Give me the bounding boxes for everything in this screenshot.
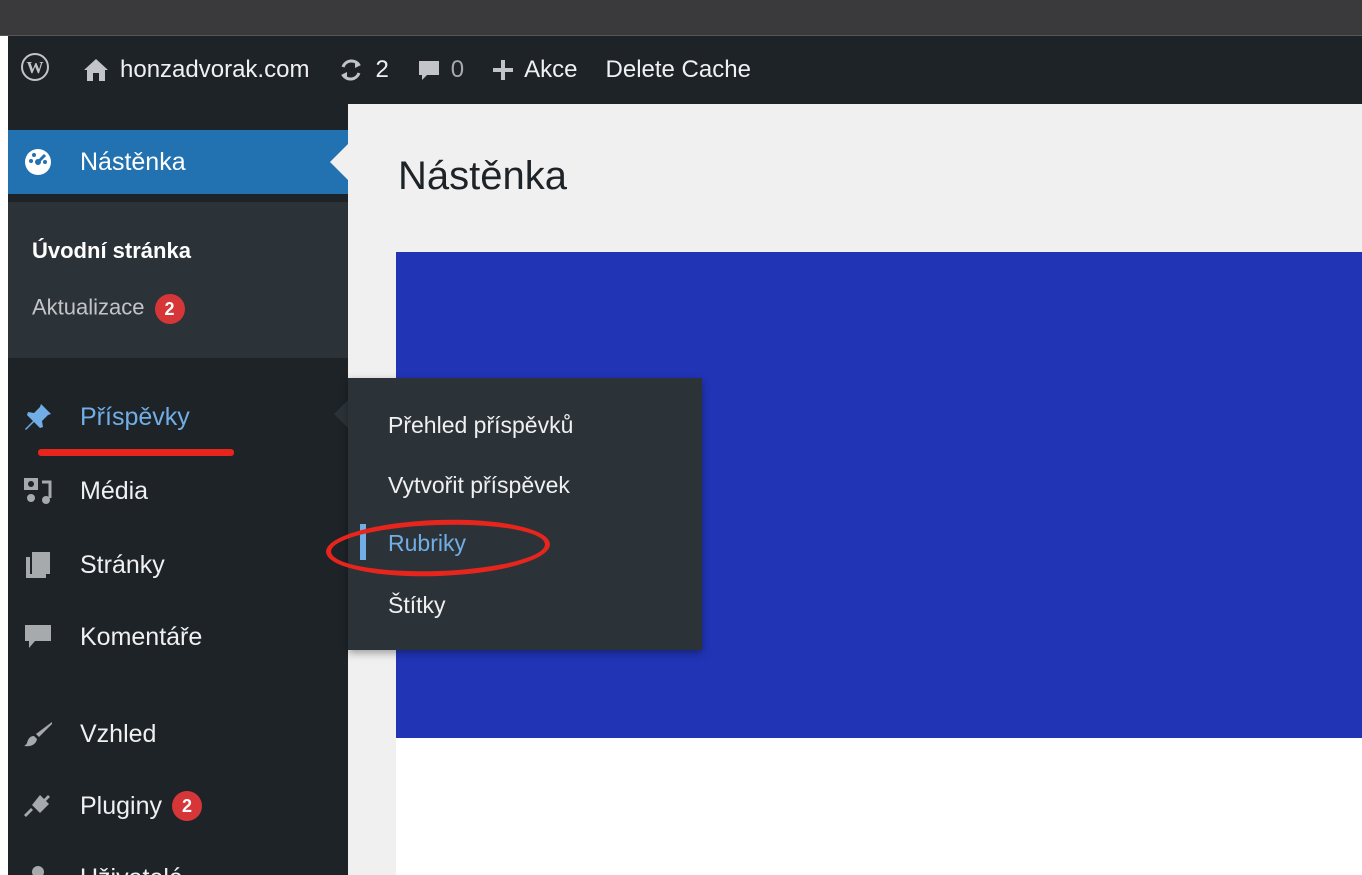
admin-bar: W honzadvorak.com 2 0 Akce Delete Cache	[8, 36, 1362, 104]
sidebar-item-label: Nástěnka	[80, 147, 186, 176]
submenu-item-label: Aktualizace	[32, 294, 145, 320]
comments-icon	[18, 617, 58, 657]
flyout-item-add-new-post[interactable]: Vytvořit příspěvek	[388, 472, 570, 499]
updates-link[interactable]: 2	[323, 36, 402, 104]
new-content-label: Akce	[524, 56, 578, 83]
new-content-link[interactable]: Akce	[478, 36, 591, 104]
dashboard-gauge-icon	[18, 142, 58, 182]
svg-text:W: W	[27, 58, 44, 77]
sidebar-item-pages[interactable]: Stránky	[8, 533, 348, 597]
sidebar-item-label: Stránky	[80, 550, 165, 579]
submenu-item-label: Úvodní stránka	[32, 238, 191, 263]
wordpress-icon: W	[20, 52, 50, 89]
sidebar-item-posts[interactable]: Příspěvky	[8, 385, 348, 449]
sidebar-item-users[interactable]: Uživatelé	[8, 846, 348, 875]
delete-cache-label: Delete Cache	[605, 56, 751, 83]
pages-icon	[18, 545, 58, 585]
sidebar-item-label: Vzhled	[80, 719, 157, 748]
site-name-link[interactable]: honzadvorak.com	[68, 36, 323, 104]
sidebar-item-label: Média	[80, 476, 149, 505]
brush-icon	[18, 714, 58, 754]
sidebar-item-comments[interactable]: Komentáře	[8, 605, 348, 669]
home-icon	[82, 57, 110, 83]
comment-bubble-icon	[417, 58, 441, 82]
wordpress-logo-button[interactable]: W	[8, 36, 68, 104]
delete-cache-link[interactable]: Delete Cache	[592, 36, 765, 104]
flyout-item-tags[interactable]: Štítky	[388, 592, 446, 619]
dashboard-widgets-area	[396, 738, 1362, 875]
admin-sidebar: Nástěnka Úvodní stránka Aktualizace 2 Pří…	[8, 104, 348, 875]
flyout-item-all-posts[interactable]: Přehled příspěvků	[388, 412, 573, 439]
updates-count: 2	[375, 56, 389, 83]
red-underline-annotation	[38, 449, 234, 456]
posts-flyout-menu: Přehled příspěvků Vytvořit příspěvek Rub…	[348, 378, 702, 650]
sidebar-item-label: Pluginy	[80, 791, 162, 820]
sidebar-item-label: Komentáře	[80, 622, 203, 651]
sidebar-item-media[interactable]: Média	[8, 459, 348, 523]
plugin-icon	[18, 786, 58, 826]
plugins-badge: 2	[172, 791, 202, 821]
pin-icon	[18, 397, 58, 437]
page-title: Nástěnka	[398, 154, 567, 198]
current-item-arrow	[330, 144, 348, 180]
dashboard-submenu: Úvodní stránka Aktualizace 2	[8, 202, 348, 358]
sidebar-item-appearance[interactable]: Vzhled	[8, 702, 348, 766]
comments-link[interactable]: 0	[403, 36, 478, 104]
plus-icon	[492, 59, 514, 81]
comments-count: 0	[450, 56, 465, 83]
media-icon	[18, 471, 58, 511]
users-icon	[18, 858, 58, 875]
screenshot-frame: W honzadvorak.com 2 0 Akce Delete Cache …	[0, 0, 1362, 875]
browser-top-strip	[0, 0, 1362, 36]
sidebar-item-plugins[interactable]: Pluginy 2	[8, 774, 348, 838]
sidebar-item-label: Uživatelé	[80, 864, 183, 875]
refresh-icon	[337, 56, 365, 84]
site-name: honzadvorak.com	[120, 56, 310, 83]
submenu-item-home[interactable]: Úvodní stránka	[32, 238, 191, 264]
sidebar-item-label: Příspěvky	[80, 402, 190, 431]
submenu-item-updates[interactable]: Aktualizace 2	[32, 294, 185, 324]
updates-badge: 2	[154, 294, 185, 324]
sidebar-item-dashboard[interactable]: Nástěnka	[8, 130, 348, 194]
